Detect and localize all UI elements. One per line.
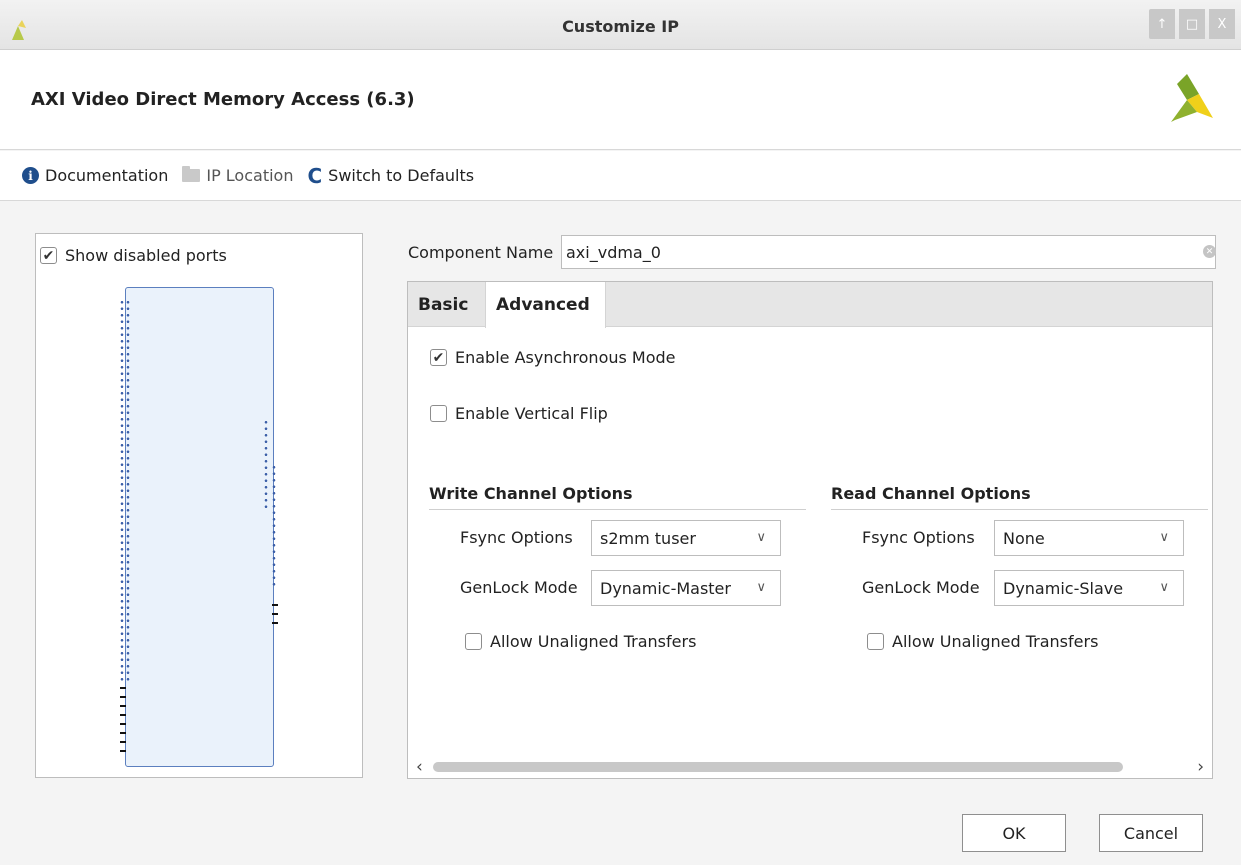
- ip-name-title: AXI Video Direct Memory Access (6.3): [31, 89, 415, 110]
- window-controls: ↑ □ X: [1143, 9, 1241, 39]
- refresh-icon: C: [307, 163, 323, 188]
- read-unaligned-option[interactable]: Allow Unaligned Transfers: [867, 632, 1098, 651]
- read-genlock-label: GenLock Mode: [862, 578, 980, 597]
- read-unaligned-label: Allow Unaligned Transfers: [892, 632, 1099, 651]
- write-genlock-select[interactable]: Dynamic-Master ∨: [591, 570, 781, 606]
- options-tabs-panel: Basic Advanced ✔ Enable Asynchronous Mod…: [407, 281, 1213, 779]
- clear-icon[interactable]: ✕: [1203, 245, 1216, 258]
- switch-to-defaults-button[interactable]: C Switch to Defaults: [307, 166, 474, 186]
- async-mode-label: Enable Asynchronous Mode: [455, 348, 676, 367]
- ip-toolbar: i Documentation IP Location C Switch to …: [0, 151, 1241, 201]
- write-genlock-label: GenLock Mode: [460, 578, 578, 597]
- scroll-left-icon[interactable]: ‹: [416, 757, 423, 777]
- chevron-down-icon: ∨: [1159, 580, 1169, 595]
- chevron-down-icon: ∨: [756, 580, 766, 595]
- write-fsync-select[interactable]: s2mm tuser ∨: [591, 520, 781, 556]
- write-fsync-value: s2mm tuser: [600, 528, 696, 548]
- right-disabled-pins: [272, 604, 278, 631]
- read-genlock-select[interactable]: Dynamic-Slave ∨: [994, 570, 1184, 606]
- write-channel-title: Write Channel Options: [429, 484, 806, 510]
- async-mode-option[interactable]: ✔ Enable Asynchronous Mode: [430, 348, 676, 367]
- title-bar: Customize IP ↑ □ X: [0, 0, 1241, 50]
- info-icon: i: [22, 167, 39, 184]
- xilinx-logo-icon: [1171, 74, 1213, 122]
- read-fsync-value: None: [1003, 528, 1045, 548]
- read-genlock-value: Dynamic-Slave: [1003, 578, 1124, 598]
- show-disabled-ports-option[interactable]: ✔ Show disabled ports: [40, 246, 227, 265]
- tab-bar: Basic Advanced: [408, 282, 1212, 328]
- read-fsync-select[interactable]: None ∨: [994, 520, 1184, 556]
- window-title: Customize IP: [562, 17, 679, 36]
- read-fsync-label: Fsync Options: [862, 528, 975, 547]
- tab-basic[interactable]: Basic: [408, 282, 478, 327]
- write-unaligned-label: Allow Unaligned Transfers: [490, 632, 697, 651]
- symbol-panel: ✔ Show disabled ports: [35, 233, 363, 778]
- component-name-label: Component Name: [408, 242, 554, 262]
- component-name-input[interactable]: [561, 235, 1216, 269]
- horizontal-scrollbar[interactable]: ‹ ›: [408, 756, 1212, 778]
- ip-symbol-block: [125, 287, 274, 767]
- read-unaligned-checkbox[interactable]: [867, 633, 884, 650]
- maximize-window-button[interactable]: ↑: [1149, 9, 1175, 39]
- ip-location-button[interactable]: IP Location: [182, 166, 293, 185]
- right-port-pins: [264, 419, 268, 509]
- switch-to-defaults-label: Switch to Defaults: [328, 166, 475, 185]
- left-disabled-pins: [120, 687, 126, 759]
- close-window-button[interactable]: X: [1209, 9, 1235, 39]
- vertical-flip-label: Enable Vertical Flip: [455, 404, 608, 423]
- left-port-pins-inner: [126, 299, 130, 684]
- write-fsync-label: Fsync Options: [460, 528, 573, 547]
- read-channel-title: Read Channel Options: [831, 484, 1208, 510]
- ip-location-label: IP Location: [206, 166, 294, 185]
- folder-icon: [182, 166, 201, 182]
- restore-window-button[interactable]: □: [1179, 9, 1205, 39]
- chevron-down-icon: ∨: [756, 530, 766, 545]
- vertical-flip-option[interactable]: Enable Vertical Flip: [430, 404, 608, 423]
- ok-button[interactable]: OK: [962, 814, 1066, 852]
- tab-advanced[interactable]: Advanced: [485, 282, 606, 328]
- show-disabled-ports-checkbox[interactable]: ✔: [40, 247, 57, 264]
- right-port-pins-outer: [272, 464, 276, 589]
- component-name-row: Component Name: [408, 234, 1216, 270]
- async-mode-checkbox[interactable]: ✔: [430, 349, 447, 366]
- ip-header: AXI Video Direct Memory Access (6.3): [0, 50, 1241, 150]
- cancel-button[interactable]: Cancel: [1099, 814, 1203, 852]
- write-unaligned-option[interactable]: Allow Unaligned Transfers: [465, 632, 696, 651]
- write-unaligned-checkbox[interactable]: [465, 633, 482, 650]
- documentation-button[interactable]: i Documentation: [22, 166, 168, 185]
- scroll-right-icon[interactable]: ›: [1197, 757, 1204, 777]
- show-disabled-ports-label: Show disabled ports: [65, 246, 227, 265]
- chevron-down-icon: ∨: [1159, 530, 1169, 545]
- documentation-label: Documentation: [45, 166, 169, 185]
- scrollbar-thumb[interactable]: [433, 762, 1123, 772]
- write-genlock-value: Dynamic-Master: [600, 578, 731, 598]
- vertical-flip-checkbox[interactable]: [430, 405, 447, 422]
- left-port-pins: [120, 299, 124, 684]
